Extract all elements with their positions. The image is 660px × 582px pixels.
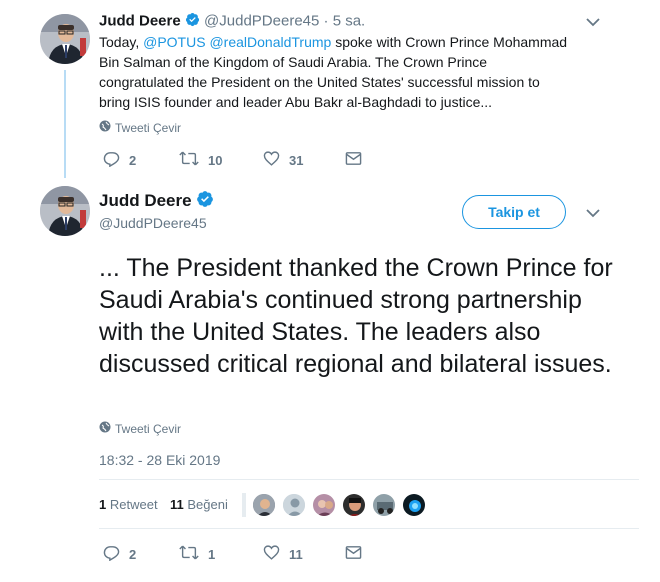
tweet1-header: Judd Deere @JuddPDeere45 · 5 sa. [99,12,365,31]
time-separator: · [323,12,329,30]
heart-icon [263,544,280,564]
like-button[interactable]: 11 [263,544,345,564]
mention-realdonaldtrump[interactable]: @realDonaldTrump [209,34,331,50]
reply-icon [103,544,120,564]
envelope-icon [345,151,362,169]
avatar[interactable] [282,493,306,517]
retweet-count: 1 [208,546,216,562]
retweet-stat-label: Retweet [109,497,158,512]
author-name[interactable]: Judd Deere [99,191,192,210]
chevron-down-icon[interactable] [583,12,603,32]
tweet-timestamp[interactable]: 18:32 - 28 Eki 2019 [99,452,220,468]
tweet2-actions: 2 1 11 [103,544,362,564]
tweet1-actions: 2 10 31 [103,150,362,170]
retweet-stat[interactable]: 1 Retweet [99,497,158,512]
divider [99,528,639,529]
verified-badge-icon [185,12,200,31]
retweet-button[interactable]: 10 [179,150,263,170]
tweet1-text: Today, @POTUS @realDonaldTrump spoke wit… [99,32,569,112]
retweet-stat-count: 1 [99,497,107,512]
retweet-icon [179,150,199,170]
translate-link[interactable]: Tweeti Çevir [99,120,181,135]
reply-icon [103,150,120,170]
like-stat-label: Beğeni [187,497,228,512]
heart-icon [263,150,280,170]
translate-link[interactable]: Tweeti Çevir [99,421,181,436]
author-handle[interactable]: @JuddPDeere45 [99,215,207,231]
like-count: 31 [289,152,304,168]
envelope-icon [345,545,362,563]
tweet-time[interactable]: 5 sa. [333,12,366,29]
avatar[interactable] [402,493,426,517]
retweet-icon [179,544,199,564]
stat-divider [242,493,246,517]
like-stat[interactable]: 11 Beğeni [170,497,228,512]
tweet2-text: ... The President thanked the Crown Prin… [99,254,613,378]
like-count: 11 [289,546,303,562]
reply-button[interactable]: 2 [103,544,179,564]
globe-icon [99,421,111,436]
reply-count: 2 [129,546,137,562]
retweet-button[interactable]: 1 [179,544,263,564]
reply-button[interactable]: 2 [103,150,179,170]
avatar[interactable] [342,493,366,517]
translate-label[interactable]: Tweeti Çevir [115,121,181,135]
divider [99,479,639,480]
retweet-count: 10 [208,152,223,168]
avatar[interactable] [312,493,336,517]
dm-button[interactable] [345,151,362,169]
verified-badge-icon [196,190,214,213]
tweet1-text-before: Today, [99,34,144,50]
chevron-down-icon[interactable] [583,203,603,223]
tweet2-author: Judd Deere [99,190,214,213]
author-handle[interactable]: @JuddPDeere45 [204,12,319,29]
thread-line [64,70,66,178]
like-stat-count: 11 [170,497,184,512]
translate-label[interactable]: Tweeti Çevir [115,422,181,436]
follow-button[interactable]: Takip et [462,195,566,229]
liker-avatars [252,493,428,519]
globe-icon [99,120,111,135]
avatar[interactable] [252,493,276,517]
dm-button[interactable] [345,545,362,563]
like-button[interactable]: 31 [263,150,345,170]
avatar[interactable] [40,14,90,64]
avatar[interactable] [40,186,90,236]
mention-potus[interactable]: @POTUS [143,34,205,50]
avatar[interactable] [372,493,396,517]
reply-count: 2 [129,152,137,168]
author-name[interactable]: Judd Deere [99,12,181,29]
